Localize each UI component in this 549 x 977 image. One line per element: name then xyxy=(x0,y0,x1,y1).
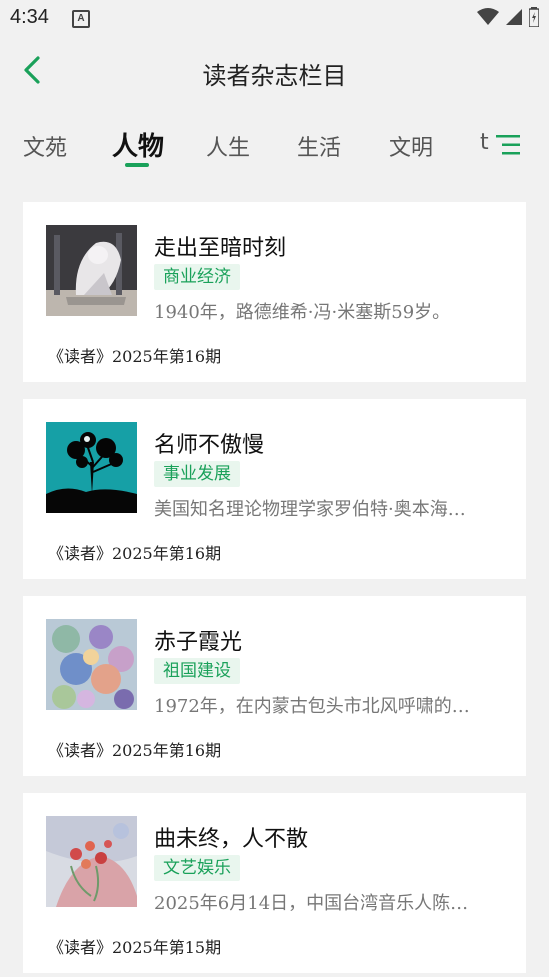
article-source: 《读者》2025年第16期 xyxy=(48,544,222,563)
article-title: 走出至暗时刻 xyxy=(154,236,287,261)
status-time: 4:34 xyxy=(10,6,49,28)
article-summary: 2025年6月14日，中国台湾音乐人陈… xyxy=(154,893,469,914)
page-title: 读者杂志栏目 xyxy=(202,62,347,90)
status-icons xyxy=(477,7,539,27)
article-card[interactable]: 曲未终，人不散 文艺娱乐 2025年6月14日，中国台湾音乐人陈… 《读者》20… xyxy=(23,793,526,973)
notification-a-icon: A xyxy=(72,10,90,28)
article-tag[interactable]: 祖国建设 xyxy=(154,658,240,684)
tab-rensheng[interactable]: 人生 xyxy=(206,130,250,162)
tab-wenming[interactable]: 文明 xyxy=(389,130,433,162)
active-tab-indicator xyxy=(125,163,149,167)
app-header: 读者杂志栏目 xyxy=(0,36,549,106)
article-card[interactable]: 名师不傲慢 事业发展 美国知名理论物理学家罗伯特·奥本海… 《读者》2025年第… xyxy=(23,399,526,579)
article-thumbnail xyxy=(46,816,137,907)
article-source: 《读者》2025年第16期 xyxy=(48,347,222,366)
article-thumbnail xyxy=(46,422,137,513)
menu-list-icon xyxy=(496,135,520,155)
article-title: 赤子霞光 xyxy=(154,630,243,655)
signal-icon xyxy=(506,9,522,25)
wifi-icon xyxy=(477,8,499,25)
article-summary: 1972年，在内蒙古包头市北风呼啸的… xyxy=(154,696,470,717)
article-card[interactable]: 赤子霞光 祖国建设 1972年，在内蒙古包头市北风呼啸的… 《读者》2025年第… xyxy=(23,596,526,776)
article-source: 《读者》2025年第16期 xyxy=(48,741,222,760)
status-bar: 4:34 A xyxy=(0,0,549,36)
article-tag[interactable]: 事业发展 xyxy=(154,461,240,487)
article-title: 名师不傲慢 xyxy=(154,433,265,458)
article-card[interactable]: 走出至暗时刻 商业经济 1940年，路德维希·冯·米塞斯59岁。 《读者》202… xyxy=(23,202,526,382)
battery-icon xyxy=(529,7,539,27)
category-tabs: 文苑 人物 人生 生活 文明 xyxy=(0,116,549,180)
tab-renwu[interactable]: 人物 xyxy=(112,126,164,163)
tab-wenyuan[interactable]: 文苑 xyxy=(23,130,67,162)
tab-menu-button[interactable] xyxy=(496,134,522,156)
article-thumbnail xyxy=(46,225,137,316)
article-title: 曲未终，人不散 xyxy=(154,827,309,852)
article-summary: 1940年，路德维希·冯·米塞斯59岁。 xyxy=(154,302,451,323)
tab-partial[interactable]: t xyxy=(480,130,492,155)
article-source: 《读者》2025年第15期 xyxy=(48,938,222,957)
tab-shenghuo[interactable]: 生活 xyxy=(297,130,341,162)
article-tag[interactable]: 文艺娱乐 xyxy=(154,855,240,881)
article-summary: 美国知名理论物理学家罗伯特·奥本海… xyxy=(154,499,466,520)
article-tag[interactable]: 商业经济 xyxy=(154,264,240,290)
article-thumbnail xyxy=(46,619,137,710)
